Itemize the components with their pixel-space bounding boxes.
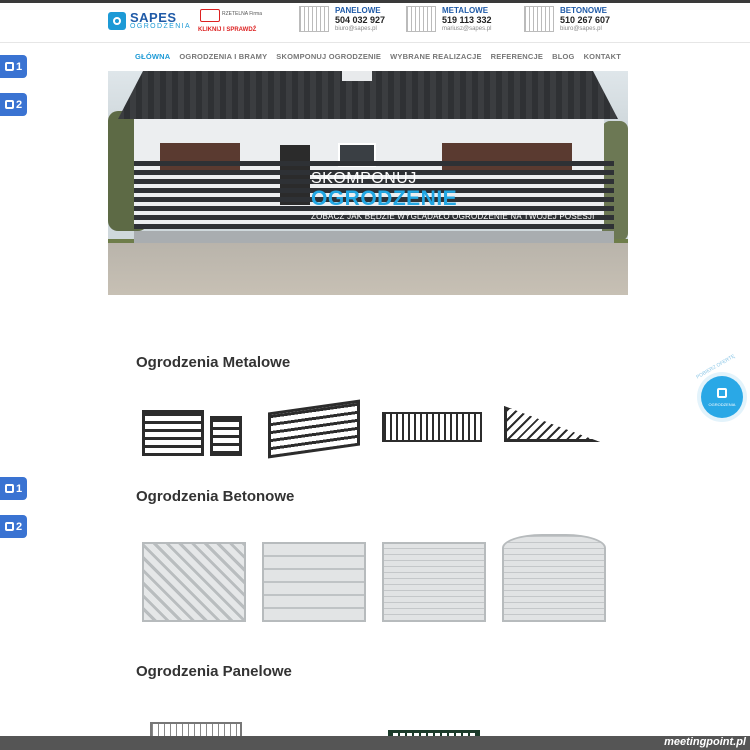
- offer-label: OGRODZENIA: [708, 402, 736, 407]
- contact-phone[interactable]: 504 032 927: [335, 15, 385, 25]
- section-title-metal[interactable]: Ogrodzenia Metalowe: [136, 354, 290, 371]
- nav-item-wybrane-realizacje[interactable]: WYBRANE REALIZACJE: [390, 52, 482, 61]
- site-logo[interactable]: SAPES OGRODZENIA: [108, 10, 190, 34]
- hero-line-1: SKOMPONUJ: [311, 170, 417, 187]
- contact-title: BETONOWE: [560, 6, 607, 15]
- contact-phone[interactable]: 510 267 607: [560, 15, 610, 25]
- bottom-bar: meetingpoint.pl: [0, 736, 750, 750]
- metal-gate-thumb-icon: [406, 6, 436, 32]
- metal-fence-tile[interactable]: [138, 398, 246, 476]
- side-logo-icon: [4, 522, 14, 531]
- section-title-concrete[interactable]: Ogrodzenia Betonowe: [136, 488, 294, 505]
- side-logo-icon: [4, 100, 14, 109]
- logo-icon: [108, 12, 126, 30]
- metal-gate-tile[interactable]: [258, 398, 366, 476]
- watermark: meetingpoint.pl: [664, 736, 746, 748]
- concrete-fence-lattice-tile[interactable]: [138, 530, 246, 638]
- metal-sliding-gate-tile[interactable]: [498, 398, 606, 476]
- hero-caption[interactable]: SKOMPONUJ OGRODZENIE ZOBACZ JAK BĘDZIE W…: [311, 170, 595, 222]
- main-nav: GŁÓWNA OGRODZENIA I BRAMY SKOMPONUJ OGRO…: [135, 52, 621, 61]
- contact-email[interactable]: mariusz@sapes.pl: [442, 26, 491, 32]
- hero-line-3: ZOBACZ JAK BĘDZIE WYGLĄDAŁO OGRODZENIE N…: [311, 212, 595, 221]
- trusted-company-badge[interactable]: RZETELNA Firma KLIKNIJ I SPRAWDŹ: [198, 9, 268, 37]
- side-tab-1[interactable]: 1: [0, 55, 27, 78]
- download-offer-button[interactable]: OGRODZENIA: [701, 376, 743, 418]
- badge-logo-icon: [200, 9, 220, 22]
- section-title-panel[interactable]: Ogrodzenia Panelowe: [136, 663, 292, 680]
- side-tab-2-lower[interactable]: 2: [0, 515, 27, 538]
- concrete-fence-arch-tile[interactable]: [498, 530, 606, 638]
- contact-title: PANELOWE: [335, 6, 381, 15]
- side-logo-icon: [4, 62, 14, 71]
- side-logo-icon: [4, 484, 14, 493]
- badge-name: RZETELNA Firma: [222, 11, 263, 17]
- nav-item-ogrodzenia-i-bramy[interactable]: OGRODZENIA I BRAMY: [179, 52, 267, 61]
- contact-phone[interactable]: 519 113 332: [442, 15, 492, 25]
- nav-item-blog[interactable]: BLOG: [552, 52, 574, 61]
- nav-item-skomponuj-ogrodzenie[interactable]: SKOMPONUJ OGRODZENIE: [276, 52, 381, 61]
- side-tab-1-lower[interactable]: 1: [0, 477, 27, 500]
- concrete-fence-planks-tile[interactable]: [258, 530, 366, 638]
- concrete-fence-thumb-icon: [524, 6, 554, 32]
- nav-item-glowna[interactable]: GŁÓWNA: [135, 52, 170, 61]
- nav-item-kontakt[interactable]: KONTAKT: [584, 52, 622, 61]
- metal-railing-tile[interactable]: [378, 398, 486, 476]
- logo-subtitle: OGRODZENIA: [130, 23, 192, 30]
- contact-title: METALOWE: [442, 6, 489, 15]
- top-border: [0, 0, 750, 3]
- badge-cta: KLIKNIJ I SPRAWDŹ: [198, 27, 257, 33]
- header-divider: [0, 42, 750, 43]
- side-tab-2[interactable]: 2: [0, 93, 27, 116]
- offer-logo-icon: [717, 388, 727, 398]
- contact-email[interactable]: biuro@sapes.pl: [560, 26, 602, 32]
- gallery-concrete: [138, 530, 606, 638]
- concrete-fence-stone-tile[interactable]: [378, 530, 486, 638]
- panel-fence-thumb-icon: [299, 6, 329, 32]
- hero-line-2: OGRODZENIE: [311, 187, 458, 210]
- nav-item-referencje[interactable]: REFERENCJE: [491, 52, 543, 61]
- gallery-metal: [138, 398, 606, 476]
- contact-email[interactable]: biuro@sapes.pl: [335, 26, 377, 32]
